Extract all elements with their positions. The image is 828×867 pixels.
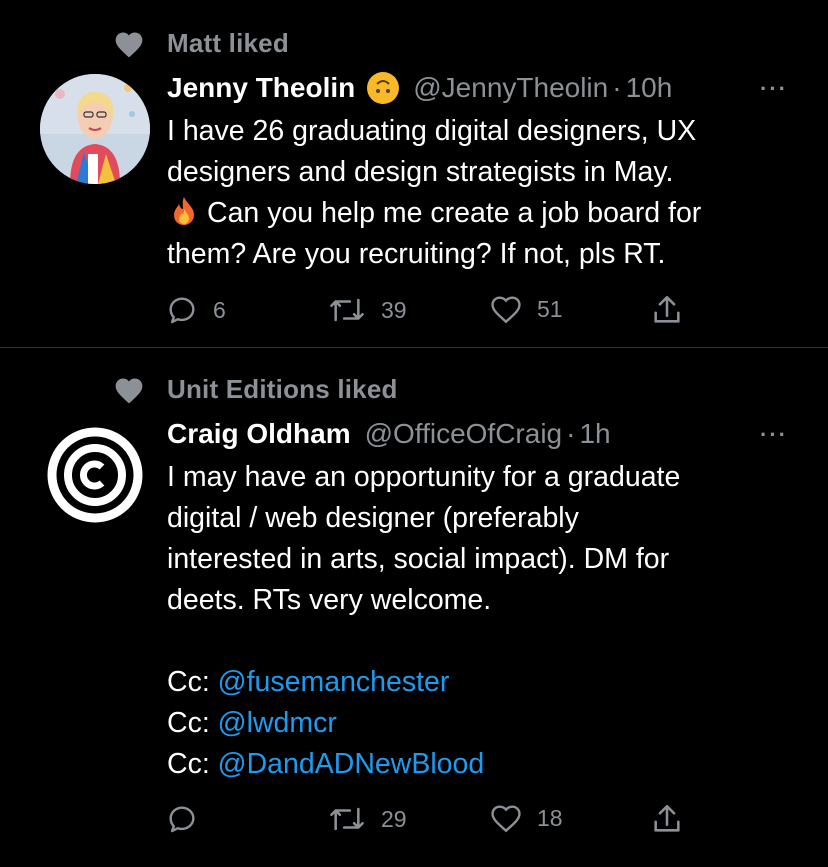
mention-link[interactable]: @fusemanchester [218, 666, 450, 698]
cc-line: Cc: @DandADNewBlood [167, 744, 807, 785]
like-count: 18 [537, 804, 563, 831]
share-icon [654, 295, 680, 323]
tweet-card[interactable]: Matt liked Jenny Theolin @JennyTheolin ·… [0, 0, 828, 347]
social-context: Matt liked [113, 28, 289, 59]
tweet-actions: 6 39 51 [165, 293, 725, 329]
tweet-text-line: I have 26 graduating digital designers, … [167, 115, 697, 147]
tweet-text: I may have an opportunity for a graduate… [167, 457, 807, 785]
author-handle[interactable]: @OfficeOfCraig [365, 418, 563, 450]
tweet-header: Jenny Theolin @JennyTheolin · 10h ··· [167, 70, 788, 106]
retweet-count: 29 [381, 805, 407, 832]
cc-line: Cc: @fusemanchester [167, 662, 807, 703]
tweet-text-line: Can you help me create a job board for [167, 193, 807, 234]
like-heart-icon [491, 805, 521, 833]
tweet-text-fragment: Can you help me create a job board for [207, 197, 702, 229]
tweet-timestamp[interactable]: 10h [626, 72, 673, 104]
avatar-craig-oldham[interactable] [40, 420, 150, 530]
like-heart-icon [491, 296, 521, 324]
author-name[interactable]: Craig Oldham [167, 418, 351, 450]
cc-prefix: Cc: [167, 748, 210, 780]
tweet-text-line: deets. RTs very welcome. [167, 584, 492, 616]
retweet-icon [330, 298, 364, 322]
cc-prefix: Cc: [167, 666, 210, 698]
share-button[interactable] [651, 802, 683, 836]
tweet-text-line: I may have an opportunity for a graduate [167, 461, 681, 493]
reply-button[interactable] [165, 802, 213, 836]
tweet-text-line: interested in arts, social impact). DM f… [167, 543, 670, 575]
tweet-card[interactable]: Unit Editions liked Craig Oldham @Office… [0, 349, 828, 867]
heart-icon [115, 32, 143, 57]
tweet-timestamp[interactable]: 1h [579, 418, 610, 450]
tweet-divider [0, 347, 828, 348]
social-context: Unit Editions liked [113, 374, 398, 405]
separator-dot: · [566, 418, 576, 449]
tweet-text-line: designers and design strategists in May. [167, 156, 674, 188]
copyright-logo-icon [40, 420, 150, 530]
tweet-text: I have 26 graduating digital designers, … [167, 111, 807, 275]
retweet-button[interactable]: 29 [327, 802, 407, 836]
share-button[interactable] [651, 293, 683, 327]
like-button[interactable]: 51 [489, 293, 563, 325]
like-count: 51 [537, 295, 563, 322]
retweet-count: 39 [381, 296, 407, 323]
reply-button[interactable]: 6 [165, 293, 226, 327]
tweet-text-line: them? Are you recruiting? If not, pls RT… [167, 238, 666, 270]
reply-icon [169, 297, 195, 324]
retweet-button[interactable]: 39 [327, 293, 407, 327]
cc-prefix: Cc: [167, 707, 210, 739]
fire-emoji-icon [174, 197, 194, 225]
reply-count: 6 [213, 296, 226, 323]
reply-icon [169, 806, 195, 833]
heart-icon [115, 378, 143, 403]
separator-dot: · [612, 72, 622, 103]
tweet-header: Craig Oldham @OfficeOfCraig · 1h ··· [167, 416, 788, 452]
more-options-icon[interactable]: ··· [760, 422, 788, 448]
mention-link[interactable]: @DandADNewBlood [218, 748, 485, 780]
like-button[interactable]: 18 [489, 802, 563, 834]
social-context-text[interactable]: Unit Editions liked [167, 374, 398, 405]
mention-link[interactable]: @lwdmcr [218, 707, 337, 739]
author-handle[interactable]: @JennyTheolin [413, 72, 608, 104]
tweet-text-line: digital / web designer (preferably [167, 502, 579, 534]
share-icon [654, 804, 680, 832]
cc-line: Cc: @lwdmcr [167, 703, 807, 744]
upside-down-face-emoji-icon [367, 72, 400, 104]
author-name[interactable]: Jenny Theolin [167, 72, 355, 104]
retweet-icon [330, 807, 364, 831]
avatar-jenny-theolin[interactable] [40, 74, 150, 184]
tweet-actions: 29 18 [165, 802, 725, 838]
avatar-photo [40, 74, 150, 184]
more-options-icon[interactable]: ··· [760, 76, 788, 102]
social-context-text[interactable]: Matt liked [167, 28, 289, 59]
